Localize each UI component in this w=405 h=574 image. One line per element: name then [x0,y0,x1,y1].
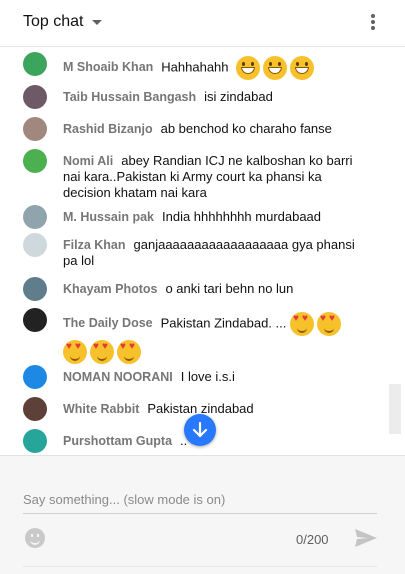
grin-emoji-icon [263,56,288,80]
grin-emoji-icon [236,56,261,80]
chat-message: Filza Khan ganjaaaaaaaaaaaaaaaaaa gya pha… [23,233,368,269]
message-text: Hahhahahh [161,59,229,75]
smiley-icon[interactable] [25,528,45,548]
message-author[interactable]: Rashid Bizanjo [63,122,153,136]
heart-eyes-emoji-icon [63,340,87,364]
top-chat-title[interactable]: Top chat [23,13,83,31]
avatar[interactable] [23,117,47,141]
avatar[interactable] [23,429,47,453]
grin-emoji-icon [290,56,315,80]
chat-header: Top chat [0,0,405,47]
avatar[interactable] [23,85,47,109]
avatar[interactable] [23,277,47,301]
divider [23,566,377,567]
avatar[interactable] [23,52,47,76]
message-author[interactable]: Purshottam Gupta [63,434,172,448]
chat-input[interactable]: Say something... (slow mode is on) [23,492,377,514]
avatar[interactable] [23,397,47,421]
message-text: India hhhhhhhh murdabaad [162,209,322,224]
chat-message: Rashid Bizanjo ab benchod ko charaho fans… [23,117,368,141]
chat-message: Taib Hussain Bangash isi zindabad [23,85,368,109]
message-text: Pakistan Zindabad. ... [160,315,287,331]
message-author[interactable]: M Shoaib Khan [63,60,153,74]
chat-message: M. Hussain pak India hhhhhhhh murdabaad [23,205,368,229]
chat-message: NOMAN NOORANI I love i.s.i [23,365,368,389]
chat-message: The Daily Dose Pakistan Zindabad. ... [23,308,368,364]
avatar[interactable] [23,365,47,389]
heart-eyes-emoji-icon [117,340,141,364]
avatar[interactable] [23,308,47,332]
message-text: ab benchod ko charaho fanse [160,121,332,136]
heart-eyes-emoji-icon [90,340,114,364]
send-icon[interactable] [354,528,378,548]
more-vert-icon[interactable] [366,14,380,32]
message-author[interactable]: Filza Khan [63,238,126,252]
message-author[interactable]: Nomi Ali [63,154,113,168]
message-composer: Say something... (slow mode is on) 0/200 [0,455,405,574]
scrollbar-thumb[interactable] [389,384,401,434]
message-author[interactable]: Taib Hussain Bangash [63,90,196,104]
message-text: I love i.s.i [180,369,235,384]
heart-eyes-emoji-icon [317,312,341,336]
character-counter: 0/200 [296,532,329,547]
chat-message: M Shoaib Khan Hahhahahh [23,52,368,80]
avatar[interactable] [23,149,47,173]
message-author[interactable]: The Daily Dose [63,316,153,330]
message-author[interactable]: White Rabbit [63,402,139,416]
heart-eyes-emoji-icon [290,312,314,336]
chat-message: Khayam Photos o anki tari behn no lun [23,277,368,301]
caret-down-icon[interactable] [92,20,102,25]
avatar[interactable] [23,233,47,257]
chat-message: Nomi Ali abey Randian ICJ ne kalboshan ko… [23,149,368,201]
avatar[interactable] [23,205,47,229]
message-author[interactable]: M. Hussain pak [63,210,154,224]
message-text: isi zindabad [204,89,273,104]
message-text: o anki tari behn no lun [165,281,294,296]
message-author[interactable]: NOMAN NOORANI [63,370,173,384]
arrow-down-icon[interactable] [184,414,216,446]
message-author[interactable]: Khayam Photos [63,282,157,296]
chat-message-list[interactable]: M Shoaib Khan Hahhahahh Taib Hussain Bang… [0,48,388,454]
